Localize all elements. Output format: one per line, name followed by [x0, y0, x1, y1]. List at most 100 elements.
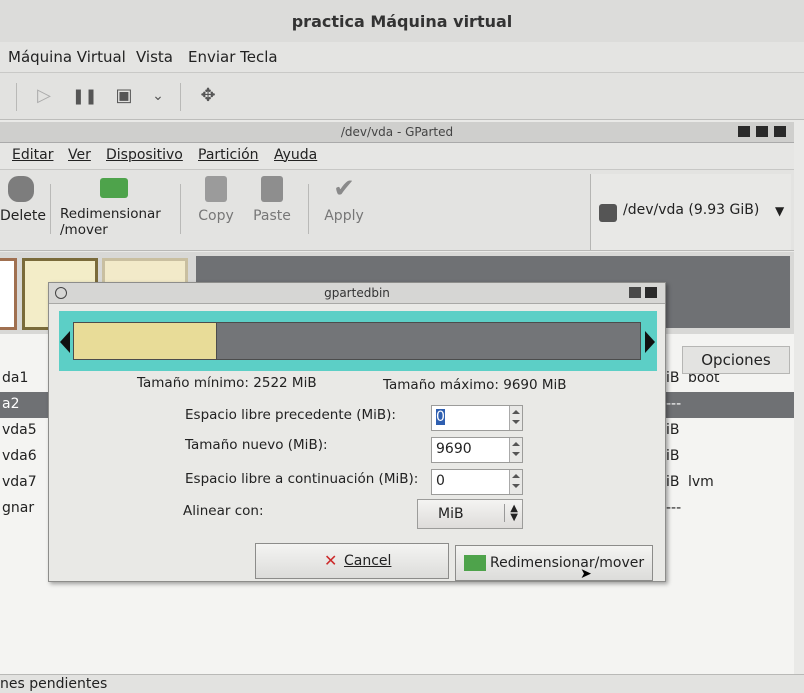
minimize-icon[interactable] [629, 287, 641, 298]
free-after-spinbox[interactable]: 0 [431, 469, 523, 495]
spin-up-icon[interactable] [512, 442, 520, 446]
partition-name: vda5 [2, 422, 37, 438]
free-before-value: 0 [436, 409, 445, 425]
resize-move-button[interactable]: Redimensionar /mover [60, 176, 172, 238]
toolbar-separator [308, 184, 309, 234]
spin-down-icon[interactable] [512, 420, 520, 424]
free-before-spinbox[interactable]: 0 [431, 405, 523, 431]
toolbar-separator [180, 184, 181, 234]
resize-dialog: gpartedbin Tamaño mínimo: 2522 MiB Tamañ… [48, 282, 666, 582]
gparted-title-text: /dev/vda - GParted [340, 125, 454, 139]
resize-label-line1: Redimensionar [60, 206, 161, 222]
copy-label: Copy [198, 208, 234, 224]
host-menubar: Máquina Virtual Vista Enviar Tecla [0, 42, 804, 73]
menu-ayuda[interactable]: Ayuda [274, 147, 317, 163]
close-icon[interactable] [774, 126, 786, 137]
partition-size-fragment: iB [666, 474, 680, 490]
column-header-options[interactable]: Opciones [682, 346, 790, 374]
window-menu-icon[interactable] [55, 287, 67, 299]
align-value: MiB [438, 506, 464, 522]
apply-label: Apply [324, 208, 364, 224]
paste-icon [261, 176, 283, 202]
resize-arrow-icon [464, 555, 486, 571]
partition-size-fragment: iB [666, 370, 680, 386]
status-bar: nes pendientes [0, 674, 804, 693]
resize-move-label: Redimensionar/mover [490, 555, 645, 571]
spin-down-icon[interactable] [512, 484, 520, 488]
pause-icon[interactable]: ❚❚ [72, 84, 97, 108]
menu-ver[interactable]: Ver [68, 147, 91, 163]
spin-buttons[interactable] [509, 470, 522, 494]
spin-down-icon[interactable] [512, 452, 520, 456]
chevron-down-icon[interactable]: ⌄ [146, 84, 170, 108]
menu-vista[interactable]: Vista [136, 48, 173, 66]
menu-maquina-virtual[interactable]: Máquina Virtual [8, 48, 126, 66]
new-size-value: 9690 [436, 441, 472, 457]
menu-particion[interactable]: Partición [198, 147, 259, 163]
cancel-button[interactable]: ✕ Cancel [255, 543, 449, 579]
menu-enviar-tecla[interactable]: Enviar Tecla [188, 48, 278, 66]
fullscreen-move-icon[interactable]: ✥ [196, 84, 220, 108]
apply-button[interactable]: ✔ Apply [320, 176, 368, 224]
delete-label: Delete [0, 208, 46, 224]
resize-handle-right-icon[interactable] [645, 331, 655, 353]
free-after-label: Espacio libre a continuación (MiB): [185, 471, 419, 487]
maximize-icon[interactable] [756, 126, 768, 137]
delete-icon [8, 176, 34, 202]
dialog-title-bar: gpartedbin [49, 283, 665, 304]
minimize-icon[interactable] [738, 126, 750, 137]
partition-name: vda6 [2, 448, 37, 464]
new-size-spinbox[interactable]: 9690 [431, 437, 523, 463]
paste-button[interactable]: Paste [250, 176, 294, 224]
resize-slider-used-space [73, 322, 217, 360]
partition-name: da1 [2, 370, 29, 386]
host-toolbar: ▷ ❚❚ ▣ ⌄ ✥ [0, 73, 804, 120]
partition-block[interactable] [0, 258, 17, 330]
new-size-label: Tamaño nuevo (MiB): [185, 437, 328, 453]
resize-handle-left-icon[interactable] [60, 331, 70, 353]
spin-buttons[interactable] [509, 406, 522, 430]
copy-button[interactable]: Copy [194, 176, 238, 224]
partition-size-fragment: --- [666, 500, 682, 516]
min-size-label: Tamaño mínimo: 2522 MiB [137, 375, 317, 391]
close-icon[interactable] [645, 287, 657, 298]
max-size-label: Tamaño máximo: 9690 MiB [383, 377, 567, 393]
cancel-x-icon: ✕ [324, 551, 338, 570]
play-icon[interactable]: ▷ [32, 84, 56, 108]
partition-name: vda7 [2, 474, 37, 490]
device-selector[interactable]: /dev/vda (9.93 GiB) ▼ [590, 174, 791, 250]
gparted-menubar: Editar Ver Dispositivo Partición Ayuda [0, 143, 794, 170]
resize-label-line2: /mover [60, 222, 108, 238]
free-before-label: Espacio libre precedente (MiB): [185, 407, 396, 423]
paste-label: Paste [253, 208, 291, 224]
toolbar-separator [16, 83, 17, 111]
delete-button[interactable]: Delete [0, 176, 46, 224]
mouse-cursor-icon: ➤ [580, 566, 592, 582]
partition-size-fragment: iB [666, 422, 680, 438]
copy-icon [205, 176, 227, 202]
checkmark-icon: ✔ [333, 174, 355, 204]
dialog-title: gpartedbin [324, 286, 390, 300]
toolbar-separator [180, 83, 181, 111]
spin-up-icon[interactable] [512, 474, 520, 478]
resize-arrow-icon [100, 178, 128, 198]
menu-dispositivo[interactable]: Dispositivo [106, 147, 183, 163]
cancel-label: Cancel [344, 553, 392, 569]
free-after-value: 0 [436, 473, 445, 489]
partition-size-fragment: --- [666, 396, 682, 412]
menu-editar[interactable]: Editar [12, 147, 53, 163]
partition-name: gnar [2, 500, 35, 516]
spin-up-icon[interactable] [512, 410, 520, 414]
resize-move-confirm-button[interactable]: Redimensionar/mover [455, 545, 653, 581]
toolbar-separator [50, 184, 51, 234]
spin-buttons[interactable] [509, 438, 522, 462]
partition-options: lvm [688, 474, 714, 490]
chevron-down-icon: ▼ [775, 204, 785, 218]
combo-updown-icon: ▲ ▼ [504, 504, 518, 523]
host-window-title: practica Máquina virtual [0, 0, 804, 43]
partition-name: a2 [2, 396, 20, 412]
screen-icon[interactable]: ▣ [112, 84, 136, 108]
align-combo[interactable]: MiB ▲ ▼ [417, 499, 523, 529]
partition-size-fragment: iB [666, 448, 680, 464]
status-text: nes pendientes [0, 676, 108, 692]
